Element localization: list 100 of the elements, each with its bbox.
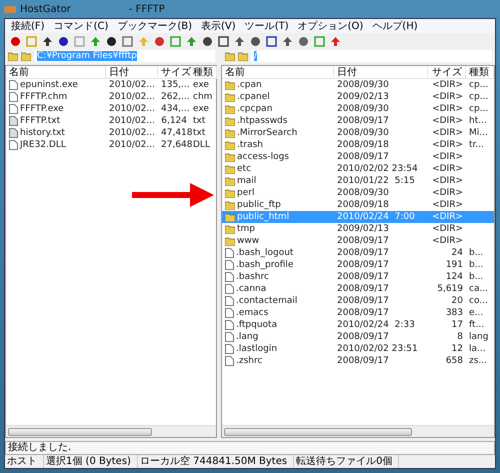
date-cell-text: 2010/02/24 2:33	[336, 320, 416, 330]
column-header[interactable]: 日付	[334, 66, 428, 79]
size-cell-text: 24	[450, 248, 464, 258]
horizontal-scrollbar[interactable]	[222, 425, 494, 437]
file-row[interactable]: mail 2010/01/22 5:15 <DIR>	[222, 175, 494, 187]
file-row[interactable]: .canna 2008/09/17 5,619 ca...	[222, 283, 494, 295]
menu-item[interactable]: 接続(F)	[11, 19, 45, 33]
size-cell-text: <DIR>	[431, 128, 464, 138]
date-cell-text: 2008/09/18	[336, 140, 390, 150]
file-row[interactable]: tmp 2009/02/13 <DIR>	[222, 223, 494, 235]
file-row[interactable]: .bash_logout 2008/09/17 24 b...	[222, 247, 494, 259]
file-row[interactable]: JRE32.DLL 2010/02... 27,648DLL	[6, 139, 216, 151]
toolbar-icon[interactable]	[202, 36, 213, 46]
file-name: history.txt	[20, 128, 65, 138]
size-cell-text: <DIR>	[431, 104, 464, 114]
file-row[interactable]: perl 2008/09/30 <DIR>	[222, 187, 494, 199]
file-row[interactable]: FFFTP.exe 2010/02... 434,... exe	[6, 103, 216, 115]
file-row[interactable]: .lastlogin 2010/02/02 23:51 12 la...	[222, 343, 494, 355]
type-cell-text: cp...	[468, 92, 490, 102]
date-cell-text: 2008/09/17	[336, 308, 390, 318]
file-row[interactable]: public_ftp 2008/09/18 <DIR>	[222, 199, 494, 211]
menu-item[interactable]: オプション(O)	[298, 19, 364, 33]
type-cell-text: cp...	[468, 104, 490, 114]
file-row[interactable]: .trash 2008/09/18 <DIR> tr...	[222, 139, 494, 151]
file-name: public_ftp	[237, 200, 281, 210]
toolbar-icon[interactable]	[266, 36, 277, 46]
file-row[interactable]: .cpan 2008/09/30 <DIR> cp...	[222, 79, 494, 91]
menu-item[interactable]: 表示(V)	[201, 19, 236, 33]
date-cell-text: 2010/02/24 7:00	[336, 212, 416, 222]
size-cell-text: 383	[444, 308, 464, 318]
toolbar-icon[interactable]	[282, 36, 293, 46]
file-row[interactable]: access-logs 2008/09/17 <DIR>	[222, 151, 494, 163]
file-row[interactable]: .bashrc 2008/09/17 124 b...	[222, 271, 494, 283]
file-name: FFFTP.chm	[20, 92, 68, 102]
date-cell-text: 2010/02...	[108, 128, 156, 138]
horizontal-scrollbar[interactable]	[6, 425, 216, 437]
file-row[interactable]: .cpanel 2009/02/13 <DIR> cp...	[222, 91, 494, 103]
date-cell-text: 2008/09/18	[336, 200, 390, 210]
column-header[interactable]: 名前	[6, 66, 106, 79]
file-row[interactable]: FFFTP.chm 2010/02... 262,... chm	[6, 91, 216, 103]
file-row[interactable]: etc 2010/02/02 23:54 <DIR>	[222, 163, 494, 175]
status-text: ホスト	[5, 455, 44, 468]
file-name: .cpanel	[237, 92, 270, 102]
size-cell-text: 191	[444, 260, 464, 270]
toolbar-icon[interactable]	[42, 36, 53, 46]
type-cell-text: exe	[192, 104, 210, 114]
date-cell-text: 2008/09/17	[336, 260, 390, 270]
date-cell-text: 2008/09/17	[336, 332, 390, 342]
size-cell-text: 434,...	[160, 104, 190, 114]
toolbar-icon[interactable]	[250, 36, 261, 46]
date-cell-text: 2010/02...	[108, 104, 156, 114]
date-cell-text: 2008/09/17	[336, 356, 390, 366]
menu-item[interactable]: ブックマーク(B)	[117, 19, 192, 33]
menu-item[interactable]: ヘルプ(H)	[372, 19, 418, 33]
file-row[interactable]: .ftpquota 2010/02/24 2:33 17 ft...	[222, 319, 494, 331]
toolbar-icon[interactable]	[58, 36, 69, 46]
date-cell-text: 2010/02...	[108, 116, 156, 126]
size-cell-text: <DIR>	[431, 176, 464, 186]
type-cell-text: e...	[468, 308, 484, 318]
size-cell-text: <DIR>	[431, 152, 464, 162]
size-cell-text: 20	[450, 296, 464, 306]
column-header[interactable]: 種類	[190, 66, 217, 79]
file-name: .ftpquota	[236, 320, 278, 330]
file-name: .MirrorSearch	[237, 128, 298, 138]
size-cell-text: 262,...	[160, 92, 190, 102]
type-cell-text: ht...	[468, 116, 488, 126]
column-header[interactable]: サイズ	[158, 66, 190, 79]
toolbar-icon[interactable]	[106, 36, 117, 46]
file-row[interactable]: FFFTP.txt 2010/02... 6,124 txt	[6, 115, 216, 127]
file-row[interactable]: .contactemail 2008/09/17 20 co...	[222, 295, 494, 307]
menu-item[interactable]: コマンド(C)	[54, 19, 108, 33]
file-row[interactable]: .MirrorSearch 2008/09/30 <DIR> Mi...	[222, 127, 494, 139]
menu-item[interactable]: ツール(T)	[244, 19, 289, 33]
file-row[interactable]: history.txt 2010/02... 47,418txt	[6, 127, 216, 139]
column-header[interactable]: サイズ	[428, 66, 466, 79]
column-header[interactable]: 名前	[222, 66, 334, 79]
size-cell-text: <DIR>	[431, 188, 464, 198]
file-row[interactable]: .htpasswds 2008/09/17 <DIR> ht...	[222, 115, 494, 127]
size-cell-text: <DIR>	[431, 200, 464, 210]
file-name: mail	[237, 176, 256, 186]
column-header[interactable]: 日付	[106, 66, 158, 79]
toolbar-icon[interactable]	[234, 36, 245, 46]
file-row[interactable]: .cpcpan 2008/09/30 <DIR> cp...	[222, 103, 494, 115]
file-row[interactable]: .bash_profile 2008/09/17 191 b...	[222, 259, 494, 271]
file-row[interactable]: www 2008/09/17 <DIR>	[222, 235, 494, 247]
file-name: www	[237, 236, 260, 246]
file-row[interactable]: .zshrc 2008/09/17 658 zs...	[222, 355, 494, 367]
file-row[interactable]: .emacs 2008/09/17 383 e...	[222, 307, 494, 319]
size-cell-text: 658	[444, 356, 464, 366]
file-name: tmp	[237, 224, 256, 234]
type-cell-text: la...	[468, 344, 487, 354]
file-row[interactable]: .lang 2008/09/17 8 lang	[222, 331, 494, 343]
toolbar-icon[interactable]	[218, 36, 229, 46]
file-name: FFFTP.txt	[20, 116, 60, 126]
file-name: FFFTP.exe	[20, 104, 64, 114]
file-name: .lang	[236, 332, 258, 342]
date-cell-text: 2009/02/13	[336, 224, 390, 234]
file-row[interactable]: epuninst.exe 2010/02... 135,... exe	[6, 79, 216, 91]
size-cell-text: 124	[444, 272, 464, 282]
column-header[interactable]: 種類	[466, 66, 494, 79]
